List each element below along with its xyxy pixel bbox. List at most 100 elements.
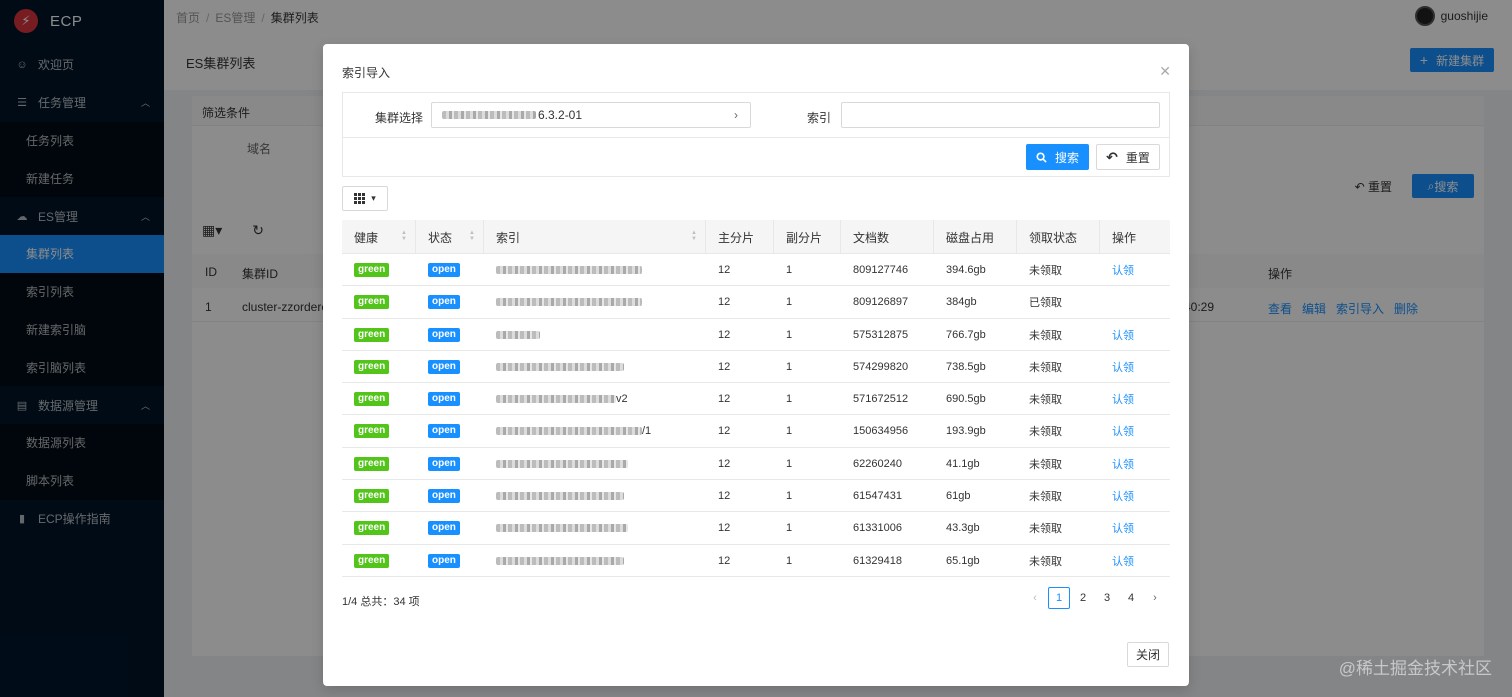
index-name: /1 [496, 425, 651, 437]
close-button[interactable]: 关闭 [1127, 642, 1169, 667]
index-import-modal: 索引导入 ✕ 集群选择 6.3.2-01 › 索引 搜索 ↶ 重置 ▾ 健康 ▲… [323, 44, 1189, 686]
health-badge: green [354, 263, 390, 277]
claim-link[interactable]: 认领 [1112, 327, 1134, 343]
health-badge: green [354, 359, 390, 374]
table-cell: 12 [706, 351, 774, 383]
table-row: green open 12 1 575312875 766.7gb 未领取 认领 [342, 319, 1170, 351]
disk-usage: 193.9gb [946, 425, 986, 438]
column-header: 副分片 [774, 220, 841, 254]
health-badge: green [354, 521, 390, 536]
page-button[interactable]: 1 [1048, 587, 1070, 609]
claim-link[interactable]: 认领 [1112, 553, 1134, 569]
watermark: @稀土掘金技术社区 [1338, 659, 1492, 678]
close-icon[interactable]: ✕ [1159, 64, 1171, 78]
claim-link[interactable]: 认领 [1112, 423, 1134, 439]
blurred-text [496, 524, 628, 533]
table-cell: open [416, 254, 484, 286]
index-label: 索引 [807, 111, 832, 125]
column-header[interactable]: 索引 ▲ ▼ [484, 220, 706, 254]
table-cell: open [416, 512, 484, 544]
reset-button[interactable]: ↶ 重置 [1096, 144, 1160, 170]
table-cell [484, 254, 706, 286]
table-row: green open 12 1 809127746 394.6gb 未领取 认领 [342, 254, 1170, 287]
table-cell: green [342, 254, 416, 286]
table-cell: 未领取 [1017, 383, 1100, 415]
column-header: 主分片 [706, 220, 774, 254]
table-cell: 12 [706, 383, 774, 415]
replica-shards: 1 [786, 328, 793, 341]
status-badge: open [428, 456, 460, 471]
column-header[interactable]: 状态 ▲ ▼ [416, 220, 484, 254]
column-header: 磁盘占用 [934, 220, 1017, 254]
reset-button-label: 重置 [1125, 150, 1150, 165]
claim-link[interactable]: 认领 [1112, 456, 1134, 472]
health-badge: green [354, 456, 390, 471]
disk-usage: 394.6gb [946, 264, 986, 276]
search-button[interactable]: 搜索 [1026, 144, 1089, 170]
table-cell: 12 [706, 512, 774, 544]
table-cell: 61547431 [841, 480, 934, 512]
table-cell: 未领取 [1017, 545, 1100, 577]
blurred-text [496, 266, 642, 274]
index-name [496, 492, 624, 501]
table-cell: 未领取 [1017, 480, 1100, 512]
claim-link[interactable]: 认领 [1112, 488, 1134, 504]
index-input[interactable] [841, 102, 1160, 128]
table-row: green open 12 1 809126897 384gb 已领取 [342, 286, 1170, 319]
page-button[interactable]: 3 [1096, 587, 1118, 609]
grid-icon [354, 193, 366, 204]
column-toggle-button[interactable]: ▾ [342, 186, 388, 211]
table-row: green open 12 1 62260240 41.1gb 未领取 认领 [342, 448, 1170, 481]
column-header: 文档数 [841, 220, 934, 254]
table-cell [484, 545, 706, 577]
status-badge: open [428, 392, 460, 407]
table-cell: 认领 [1100, 415, 1170, 447]
table-cell: open [416, 351, 484, 383]
health-badge: green [354, 489, 390, 504]
table-cell: open [416, 545, 484, 577]
table-row: green open/1 12 1 150634956 193.9gb 未领取 认领 [342, 415, 1170, 448]
search-icon [1036, 151, 1047, 163]
table-cell [484, 512, 706, 544]
table-cell: open [416, 286, 484, 318]
table-cell: 61gb [934, 480, 1017, 512]
column-header-label: 健康 [354, 230, 379, 245]
replica-shards: 1 [786, 425, 793, 438]
page-button[interactable]: 2 [1072, 587, 1094, 609]
health-badge: green [354, 424, 390, 439]
claim-status: 未领取 [1029, 361, 1062, 374]
claim-link[interactable]: 认领 [1112, 359, 1134, 375]
table-cell: 571672512 [841, 383, 934, 415]
table-cell: 575312875 [841, 319, 934, 351]
table-cell: 809126897 [841, 286, 934, 318]
claim-link[interactable]: 认领 [1112, 520, 1134, 536]
claim-link[interactable]: 认领 [1112, 391, 1134, 407]
status-badge: open [428, 553, 460, 568]
claim-link[interactable]: 认领 [1112, 262, 1134, 278]
index-name [496, 459, 628, 468]
disk-usage: 384gb [946, 296, 977, 309]
pagination: ‹ 1 2 3 4 › [1024, 587, 1166, 609]
table-cell [484, 480, 706, 512]
modal-title: 索引导入 [342, 66, 391, 80]
cluster-label: 集群选择 [375, 111, 424, 125]
page-button[interactable]: 4 [1120, 587, 1142, 609]
prev-page-icon[interactable]: ‹ [1024, 587, 1046, 609]
claim-status: 未领取 [1029, 329, 1062, 342]
replica-shards: 1 [786, 393, 793, 406]
status-badge: open [428, 424, 460, 439]
index-name [496, 524, 628, 533]
cluster-select[interactable]: 6.3.2-01 › [431, 102, 751, 128]
table-cell: 394.6gb [934, 254, 1017, 286]
column-header-label: 领取状态 [1029, 230, 1078, 245]
table-cell [484, 448, 706, 480]
table-cell: 未领取 [1017, 319, 1100, 351]
table-cell: 认领 [1100, 351, 1170, 383]
index-name: v2 [496, 393, 628, 405]
blurred-text [442, 111, 536, 119]
table-cell: 61331006 [841, 512, 934, 544]
blurred-text [496, 427, 642, 436]
index-table-body: green open 12 1 809127746 394.6gb 未领取 认领 green op… [342, 254, 1170, 577]
column-header[interactable]: 健康 ▲ ▼ [342, 220, 416, 254]
next-page-icon[interactable]: › [1144, 587, 1166, 609]
